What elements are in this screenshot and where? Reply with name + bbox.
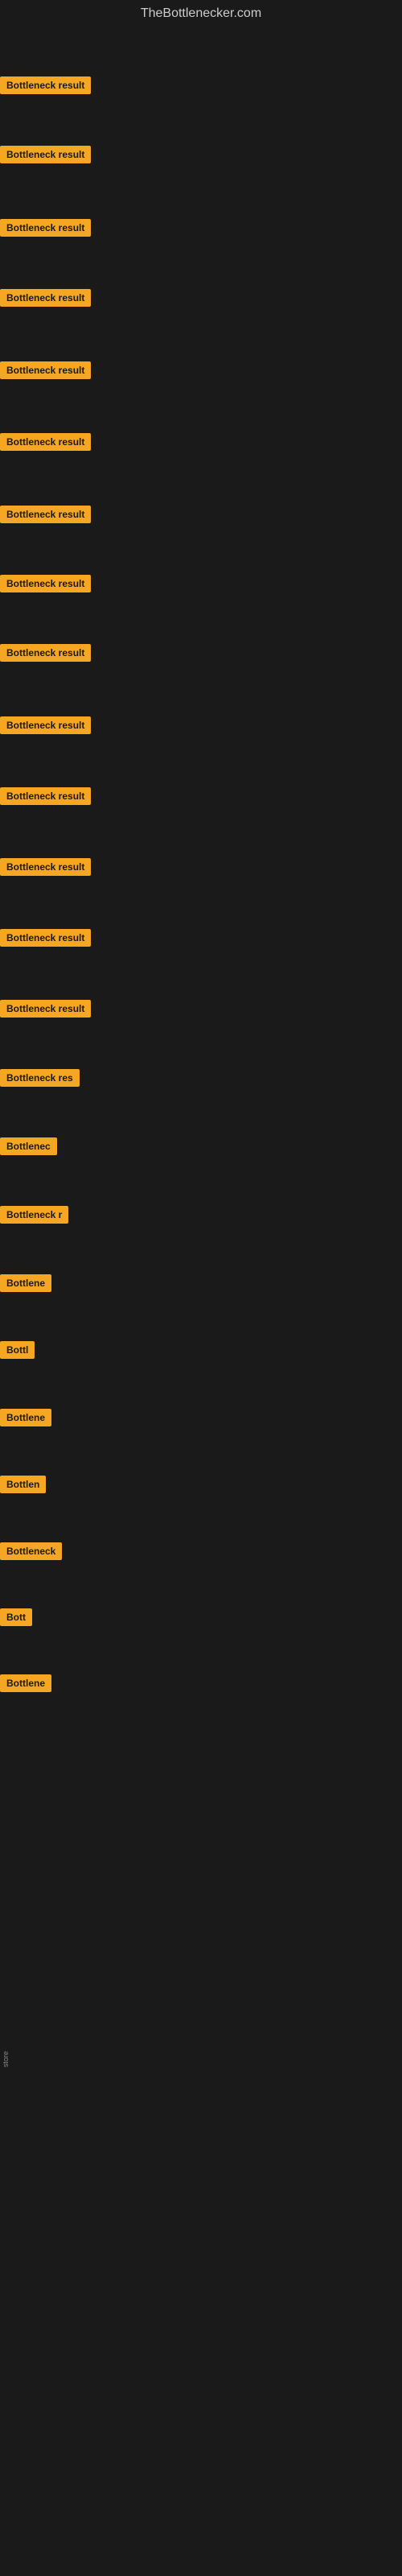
bottleneck-badge-24: Bottlene xyxy=(0,1674,51,1692)
bottleneck-item-6[interactable]: Bottleneck result xyxy=(0,433,91,455)
bottleneck-badge-1: Bottleneck result xyxy=(0,76,91,94)
bottleneck-badge-18: Bottlene xyxy=(0,1274,51,1292)
bottleneck-badge-19: Bottl xyxy=(0,1341,35,1359)
bottleneck-badge-20: Bottlene xyxy=(0,1409,51,1426)
bottleneck-badge-7: Bottleneck result xyxy=(0,506,91,523)
items-container: Bottleneck result Bottleneck result Bott… xyxy=(0,31,402,2566)
bottleneck-badge-2: Bottleneck result xyxy=(0,146,91,163)
bottleneck-item-20[interactable]: Bottlene xyxy=(0,1409,51,1430)
bottleneck-item-16[interactable]: Bottlenec xyxy=(0,1137,57,1159)
bottleneck-badge-13: Bottleneck result xyxy=(0,929,91,947)
bottleneck-badge-23: Bott xyxy=(0,1608,32,1626)
bottleneck-badge-14: Bottleneck result xyxy=(0,1000,91,1018)
bottleneck-item-24[interactable]: Bottlene xyxy=(0,1674,51,1696)
bottleneck-badge-11: Bottleneck result xyxy=(0,787,91,805)
bottleneck-item-9[interactable]: Bottleneck result xyxy=(0,644,91,666)
site-title: TheBottlenecker.com xyxy=(0,0,402,31)
bottleneck-badge-12: Bottleneck result xyxy=(0,858,91,876)
bottleneck-item-5[interactable]: Bottleneck result xyxy=(0,361,91,383)
bottleneck-badge-9: Bottleneck result xyxy=(0,644,91,662)
bottleneck-item-1[interactable]: Bottleneck result xyxy=(0,76,91,98)
bottleneck-item-10[interactable]: Bottleneck result xyxy=(0,716,91,738)
bottleneck-badge-15: Bottleneck res xyxy=(0,1069,80,1087)
bottleneck-badge-4: Bottleneck result xyxy=(0,289,91,307)
bottleneck-item-14[interactable]: Bottleneck result xyxy=(0,1000,91,1022)
bottleneck-badge-5: Bottleneck result xyxy=(0,361,91,379)
bottleneck-item-18[interactable]: Bottlene xyxy=(0,1274,51,1296)
bottleneck-item-12[interactable]: Bottleneck result xyxy=(0,858,91,880)
bottleneck-item-3[interactable]: Bottleneck result xyxy=(0,219,91,241)
bottleneck-badge-6: Bottleneck result xyxy=(0,433,91,451)
bottleneck-badge-17: Bottleneck r xyxy=(0,1206,68,1224)
bottleneck-badge-3: Bottleneck result xyxy=(0,219,91,237)
bottleneck-item-13[interactable]: Bottleneck result xyxy=(0,929,91,951)
bottleneck-item-17[interactable]: Bottleneck r xyxy=(0,1206,68,1228)
bottleneck-item-23[interactable]: Bott xyxy=(0,1608,32,1630)
bottleneck-badge-22: Bottleneck xyxy=(0,1542,62,1560)
bottleneck-badge-10: Bottleneck result xyxy=(0,716,91,734)
bottleneck-item-11[interactable]: Bottleneck result xyxy=(0,787,91,809)
bottleneck-item-15[interactable]: Bottleneck res xyxy=(0,1069,80,1091)
small-label: store xyxy=(2,2051,10,2067)
bottleneck-item-19[interactable]: Bottl xyxy=(0,1341,35,1363)
bottleneck-item-22[interactable]: Bottleneck xyxy=(0,1542,62,1564)
bottleneck-item-8[interactable]: Bottleneck result xyxy=(0,575,91,597)
bottleneck-item-4[interactable]: Bottleneck result xyxy=(0,289,91,311)
bottleneck-badge-16: Bottlenec xyxy=(0,1137,57,1155)
bottleneck-badge-8: Bottleneck result xyxy=(0,575,91,592)
bottleneck-item-7[interactable]: Bottleneck result xyxy=(0,506,91,527)
bottleneck-badge-21: Bottlen xyxy=(0,1476,46,1493)
bottleneck-item-21[interactable]: Bottlen xyxy=(0,1476,46,1497)
bottleneck-item-2[interactable]: Bottleneck result xyxy=(0,146,91,167)
